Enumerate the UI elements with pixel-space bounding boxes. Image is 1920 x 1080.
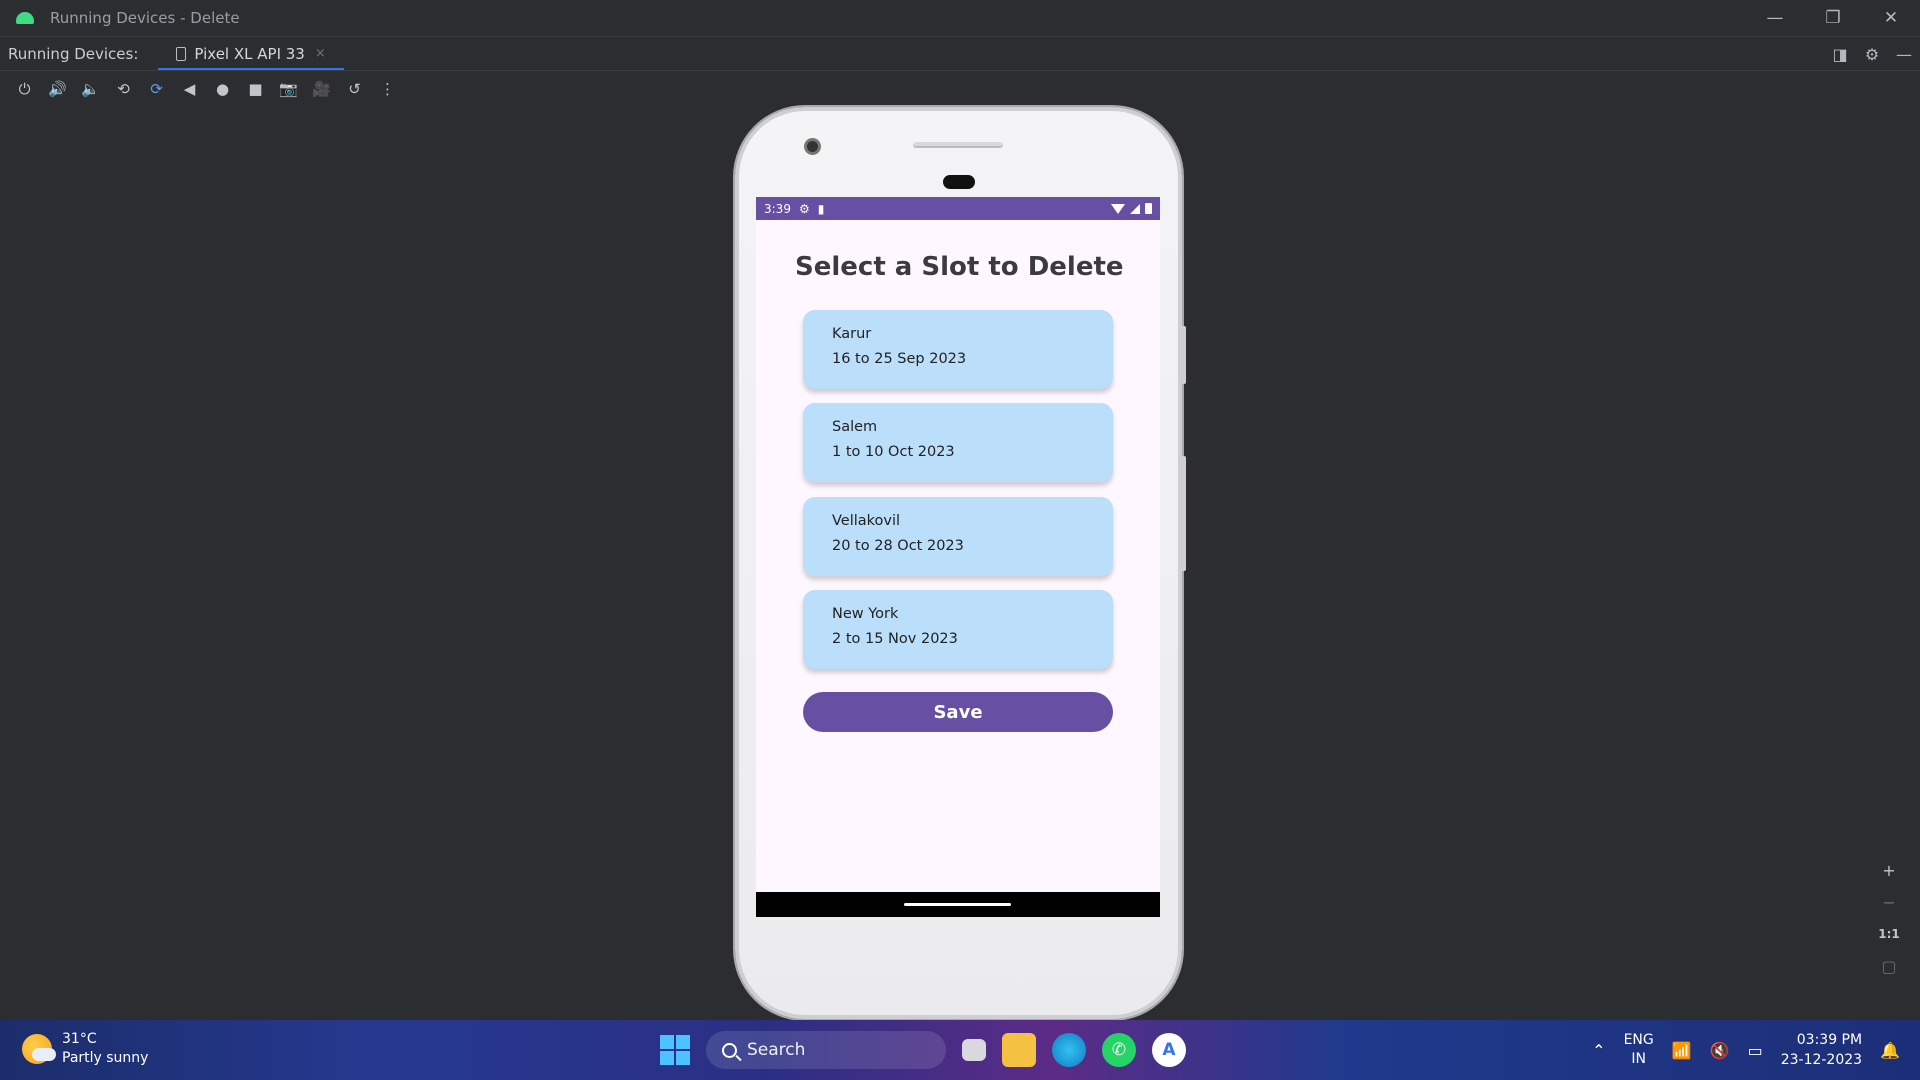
language-indicator[interactable]: ENG IN: [1624, 1031, 1654, 1069]
overview-icon[interactable]: ■: [239, 74, 272, 104]
page-title: Select a Slot to Delete: [795, 252, 1124, 282]
slot-card-new-york[interactable]: New York 2 to 15 Nov 2023: [803, 590, 1113, 669]
actual-size-button[interactable]: 1:1: [1876, 922, 1902, 946]
taskbar-search[interactable]: Search: [706, 1031, 946, 1069]
gesture-handle[interactable]: [904, 903, 1011, 906]
chevron-up-icon[interactable]: ⌃: [1592, 1041, 1605, 1060]
search-label: Search: [747, 1040, 806, 1060]
window-controls: — ❐ ✕: [1746, 0, 1920, 36]
save-button[interactable]: Save: [803, 692, 1113, 732]
device-icon: [176, 46, 187, 61]
notification-bell-icon[interactable]: 🔔: [1880, 1041, 1900, 1060]
clock[interactable]: 03:39 PM 23-12-2023: [1781, 1030, 1862, 1070]
edge-icon[interactable]: [1052, 1033, 1086, 1067]
emulator-toolbar: ⏻ 🔊 🔈 ⟲ ⟳ ◀ ● ■ 📷 🎥 ↺ ⋮: [0, 70, 1920, 106]
taskbar-apps: Search ✆ A: [660, 1030, 1186, 1070]
slot-city: Salem: [832, 419, 878, 435]
title-bar: Running Devices - Delete — ❐ ✕: [0, 0, 1920, 36]
volume-up-icon[interactable]: 🔊: [41, 74, 74, 104]
more-icon[interactable]: ⋮: [371, 74, 404, 104]
close-window-button[interactable]: ✕: [1862, 0, 1920, 36]
system-tray: ⌃ ENG IN 📶 🔇 ▭ 03:39 PM 23-12-2023 🔔: [1592, 1028, 1900, 1072]
android-nav-bar: [756, 892, 1160, 917]
window-title: Running Devices - Delete: [50, 9, 240, 27]
tab-close-icon[interactable]: ×: [315, 46, 326, 61]
clock-time: 03:39 PM: [1796, 1032, 1863, 1048]
slot-city: Karur: [832, 326, 872, 342]
battery-tray-icon[interactable]: ▭: [1748, 1041, 1763, 1060]
front-camera: [804, 138, 821, 155]
tab-label: Pixel XL API 33: [194, 44, 305, 63]
wifi-icon: [1111, 203, 1125, 214]
signal-icon: [1130, 203, 1140, 214]
zoom-in-button[interactable]: +: [1876, 858, 1902, 882]
windows-taskbar: 31°C Partly sunny Search ✆ A ⌃ ENG IN 📶 …: [0, 1020, 1920, 1080]
hide-panel-icon[interactable]: —: [1888, 45, 1920, 64]
slot-city: Vellakovil: [832, 513, 901, 529]
reset-icon[interactable]: ↺: [338, 74, 371, 104]
volume-down-icon[interactable]: 🔈: [74, 74, 107, 104]
task-view-icon[interactable]: [962, 1039, 986, 1061]
wifi-tray-icon[interactable]: 📶: [1672, 1041, 1692, 1060]
back-icon[interactable]: ◀: [173, 74, 206, 104]
battery-icon: [1145, 203, 1152, 214]
screen-record-icon[interactable]: 🎥: [305, 74, 338, 104]
layout-icon[interactable]: ◨: [1824, 45, 1856, 64]
minimize-button[interactable]: —: [1746, 0, 1804, 36]
zoom-out-button[interactable]: −: [1876, 890, 1902, 914]
status-time: 3:39: [764, 201, 791, 216]
slot-city: New York: [832, 606, 899, 622]
fit-screen-icon[interactable]: ▢: [1876, 954, 1902, 978]
slot-dates: 16 to 25 Sep 2023: [832, 351, 967, 367]
weather-temp: 31°C: [62, 1031, 97, 1047]
running-devices-label: Running Devices:: [8, 44, 139, 63]
home-icon[interactable]: ●: [206, 74, 239, 104]
slot-card-salem[interactable]: Salem 1 to 10 Oct 2023: [803, 403, 1113, 482]
gear-icon[interactable]: ⚙: [1856, 45, 1888, 64]
clock-date: 23-12-2023: [1780, 1052, 1863, 1068]
device-screen: 3:39 ⚙ ▮ Select a Slot to Delete Karur 1…: [756, 197, 1160, 917]
lang-bottom: IN: [1631, 1051, 1646, 1067]
whatsapp-icon[interactable]: ✆: [1102, 1033, 1136, 1067]
rotate-right-icon[interactable]: ⟳: [140, 74, 173, 104]
proximity-sensor: [943, 175, 975, 189]
lang-top: ENG: [1623, 1032, 1654, 1048]
zoom-tools: + − 1:1 ▢: [1876, 858, 1902, 978]
screenshot-icon[interactable]: 📷: [272, 74, 305, 104]
slot-card-karur[interactable]: Karur 16 to 25 Sep 2023: [803, 310, 1113, 389]
slot-dates: 1 to 10 Oct 2023: [832, 444, 955, 460]
weather-desc: Partly sunny: [62, 1050, 149, 1066]
panel-tools: ◨ ⚙ —: [1824, 37, 1920, 71]
power-icon[interactable]: ⏻: [8, 74, 41, 104]
muted-speaker-icon[interactable]: 🔇: [1710, 1041, 1730, 1060]
running-devices-tabbar: Running Devices: Pixel XL API 33 × ◨ ⚙ —: [0, 36, 1920, 71]
file-explorer-icon[interactable]: [1002, 1033, 1036, 1067]
settings-status-icon: ⚙: [798, 201, 810, 216]
android-studio-taskbar-icon[interactable]: A: [1152, 1033, 1186, 1067]
restore-button[interactable]: ❐: [1804, 0, 1862, 36]
weather-widget[interactable]: 31°C Partly sunny: [22, 1030, 148, 1068]
slot-card-vellakovil[interactable]: Vellakovil 20 to 28 Oct 2023: [803, 497, 1113, 576]
side-button-volume[interactable]: [1181, 456, 1186, 571]
android-studio-icon: [16, 12, 34, 24]
slot-dates: 20 to 28 Oct 2023: [832, 538, 964, 554]
android-status-bar: 3:39 ⚙ ▮: [756, 197, 1160, 220]
tab-pixel-xl-api-33[interactable]: Pixel XL API 33 ×: [158, 37, 344, 71]
partly-sunny-icon: [22, 1034, 56, 1064]
search-icon: [722, 1042, 737, 1058]
side-button-top[interactable]: [1181, 326, 1186, 384]
rotate-left-icon[interactable]: ⟲: [107, 74, 140, 104]
sd-card-icon: ▮: [817, 201, 825, 216]
earpiece-speaker: [913, 142, 1003, 148]
start-icon[interactable]: [660, 1035, 690, 1065]
slot-dates: 2 to 15 Nov 2023: [832, 631, 958, 647]
